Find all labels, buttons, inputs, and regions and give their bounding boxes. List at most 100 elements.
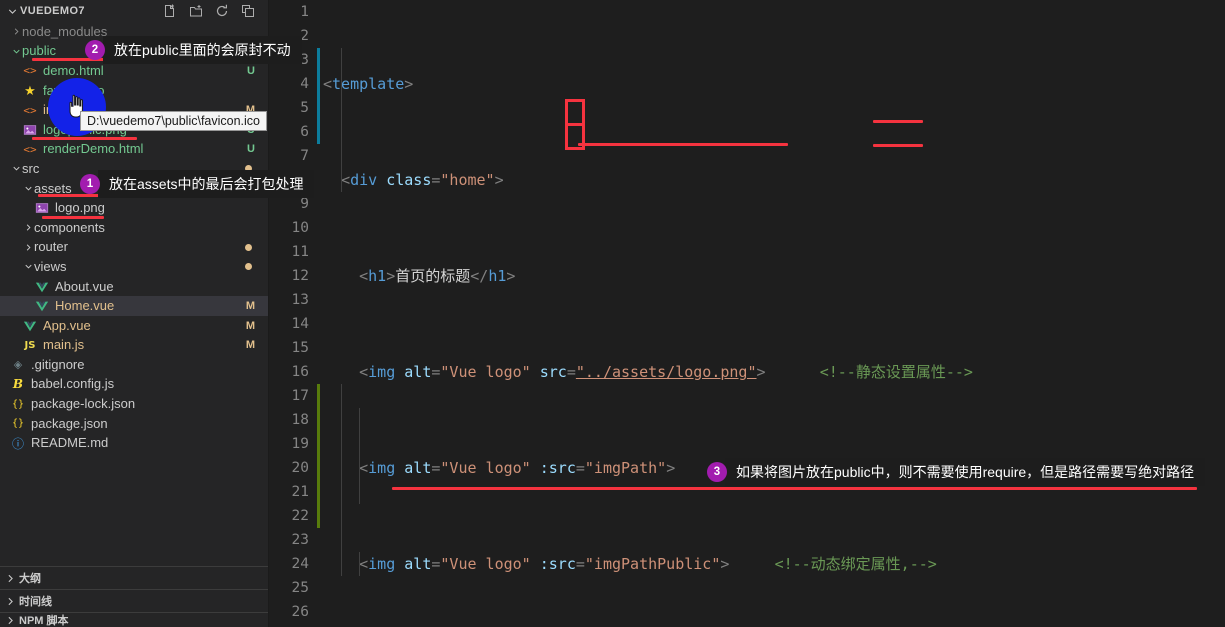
folder-modified-dot <box>245 243 252 251</box>
tree-item-label: demo.html <box>43 62 104 78</box>
panel-label: NPM 脚本 <box>19 615 69 627</box>
line-number: 4 <box>300 76 309 92</box>
code-content[interactable]: <template> <div class="home"> <h1>首页的标题<… <box>323 0 1225 627</box>
annotation-callout-2: 2 放在public里面的会原封不动 <box>85 36 302 64</box>
line-number: 17 <box>291 388 309 404</box>
git-status: U <box>247 64 255 77</box>
added-line-bar <box>317 384 320 528</box>
underline-dynamic-comment <box>873 144 923 147</box>
chevron-down-icon <box>10 161 22 177</box>
tree-item-label: renderDemo.html <box>43 141 144 157</box>
tree-item-home-vue[interactable]: Home.vue M <box>0 296 268 316</box>
panel-label: 时间线 <box>19 596 52 608</box>
code-line-6: <img alt="Vue logo" :src="imgPathPublic"… <box>359 555 937 573</box>
underline-logopublic <box>32 137 137 140</box>
line-number: 6 <box>300 124 309 140</box>
chevron-right-icon <box>4 614 17 627</box>
image-file-icon <box>22 122 38 138</box>
html-file-icon: <> <box>23 103 37 117</box>
tree-item-views[interactable]: views <box>0 257 268 277</box>
file-tree[interactable]: node_modules public <> demo.html U ★ fav… <box>0 22 268 566</box>
tree-item-label: router <box>34 239 68 255</box>
path-tooltip: D:\vuedemo7\public\favicon.ico <box>80 111 268 131</box>
refresh-icon[interactable] <box>214 3 230 19</box>
line-number: 14 <box>291 316 309 332</box>
indent-guide <box>341 384 342 576</box>
chevron-right-icon <box>4 595 17 608</box>
line-number: 23 <box>291 532 309 548</box>
annotation-text: 如果将图片放在public中，则不需要使用require，但是路径需要写绝对路径 <box>725 458 1206 486</box>
folder-modified-dot <box>245 263 252 271</box>
git-status: M <box>245 339 255 352</box>
tree-item-label: package.json <box>31 415 108 431</box>
tree-item-package-json[interactable]: {} package.json <box>0 414 268 434</box>
tree-item-label: package-lock.json <box>31 396 136 412</box>
tree-item-label: views <box>34 258 67 274</box>
indent-guide <box>341 48 342 192</box>
tree-item-label: .gitignore <box>31 356 85 372</box>
panel-label: 大纲 <box>19 573 41 585</box>
tree-item-about-vue[interactable]: About.vue <box>0 277 268 297</box>
tree-item-gitignore[interactable]: ◈ .gitignore <box>0 355 268 375</box>
line-number: 26 <box>291 604 309 620</box>
underline-require-comment <box>873 120 923 123</box>
tree-item-router[interactable]: router <box>0 238 268 258</box>
code-editor[interactable]: 1 2 3 4 5 6 7 8 9 10 11 12 13 14 15 16 1… <box>269 0 1225 627</box>
vue-file-icon <box>34 298 50 314</box>
git-status: U <box>247 143 255 156</box>
star-file-icon: ★ <box>24 82 36 98</box>
tree-item-demo-html[interactable]: <> demo.html U <box>0 61 268 81</box>
new-file-icon[interactable] <box>162 3 178 19</box>
json-file-icon: {} <box>11 418 25 430</box>
code-comment-static: <!--静态设置属性--> <box>819 363 973 381</box>
vue-file-icon <box>34 279 50 295</box>
tree-item-logo-png[interactable]: logo.png <box>0 198 268 218</box>
code-line-4: <img alt="Vue logo" src="../assets/logo.… <box>359 363 973 381</box>
chevron-right-icon <box>22 220 34 236</box>
annotation-text: 放在assets中的最后会打包处理 <box>98 170 315 198</box>
tree-item-package-lock-json[interactable]: {} package-lock.json <box>0 394 268 414</box>
annotation-badge: 2 <box>85 40 105 60</box>
explorer-header: VUEDEMO7 <box>0 0 268 22</box>
collapse-all-icon[interactable] <box>240 3 256 19</box>
image-file-icon <box>34 200 50 216</box>
tree-item-label: src <box>22 160 40 176</box>
tree-item-components[interactable]: components <box>0 218 268 238</box>
tree-item-main-js[interactable]: JS main.js M <box>0 336 268 356</box>
chevron-right-icon <box>22 239 34 255</box>
annotation-callout-3: 3 如果将图片放在public中，则不需要使用require，但是路径需要写绝对… <box>707 458 1206 486</box>
new-folder-icon[interactable] <box>188 3 204 19</box>
line-number: 12 <box>291 268 309 284</box>
tree-item-favicon-ico[interactable]: ★ favicon.ico <box>0 81 268 101</box>
tree-item-babel-config-js[interactable]: B babel.config.js <box>0 375 268 395</box>
chevron-right-icon <box>10 24 22 40</box>
tree-item-label: README.md <box>31 435 109 451</box>
tree-item-label: main.js <box>43 337 85 353</box>
indent-guide <box>359 408 360 504</box>
tree-item-app-vue[interactable]: App.vue M <box>0 316 268 336</box>
tree-item-renderdemo-html[interactable]: <> renderDemo.html U <box>0 140 268 160</box>
line-number: 19 <box>291 436 309 452</box>
git-file-icon: ◈ <box>13 359 23 372</box>
panel-timeline[interactable]: 时间线 <box>0 589 268 612</box>
json-file-icon: {} <box>11 398 25 410</box>
chevron-down-icon <box>10 43 22 59</box>
tree-item-readme-md[interactable]: ⓘ README.md <box>0 433 268 453</box>
panel-npm-scripts[interactable]: NPM 脚本 <box>0 612 268 627</box>
line-number: 15 <box>291 340 309 356</box>
tree-item-label: components <box>34 219 105 235</box>
chevron-down-icon[interactable] <box>6 5 19 18</box>
html-file-icon: <> <box>23 142 37 156</box>
tree-item-label: Home.vue <box>55 298 115 314</box>
annotation-callout-1: 1 放在assets中的最后会打包处理 <box>80 170 315 198</box>
tree-item-label: App.vue <box>43 317 91 333</box>
line-number: 22 <box>291 508 309 524</box>
code-line-2: <div class="home"> <box>341 171 504 189</box>
line-number-gutter: 1 2 3 4 5 6 7 8 9 10 11 12 13 14 15 16 1… <box>269 0 323 627</box>
annotation-text: 放在public里面的会原封不动 <box>103 36 302 64</box>
line-number: 11 <box>291 244 309 260</box>
line-number: 18 <box>291 412 309 428</box>
panel-outline[interactable]: 大纲 <box>0 566 268 589</box>
line-number: 25 <box>291 580 309 596</box>
code-line-1: <template> <box>323 75 414 93</box>
